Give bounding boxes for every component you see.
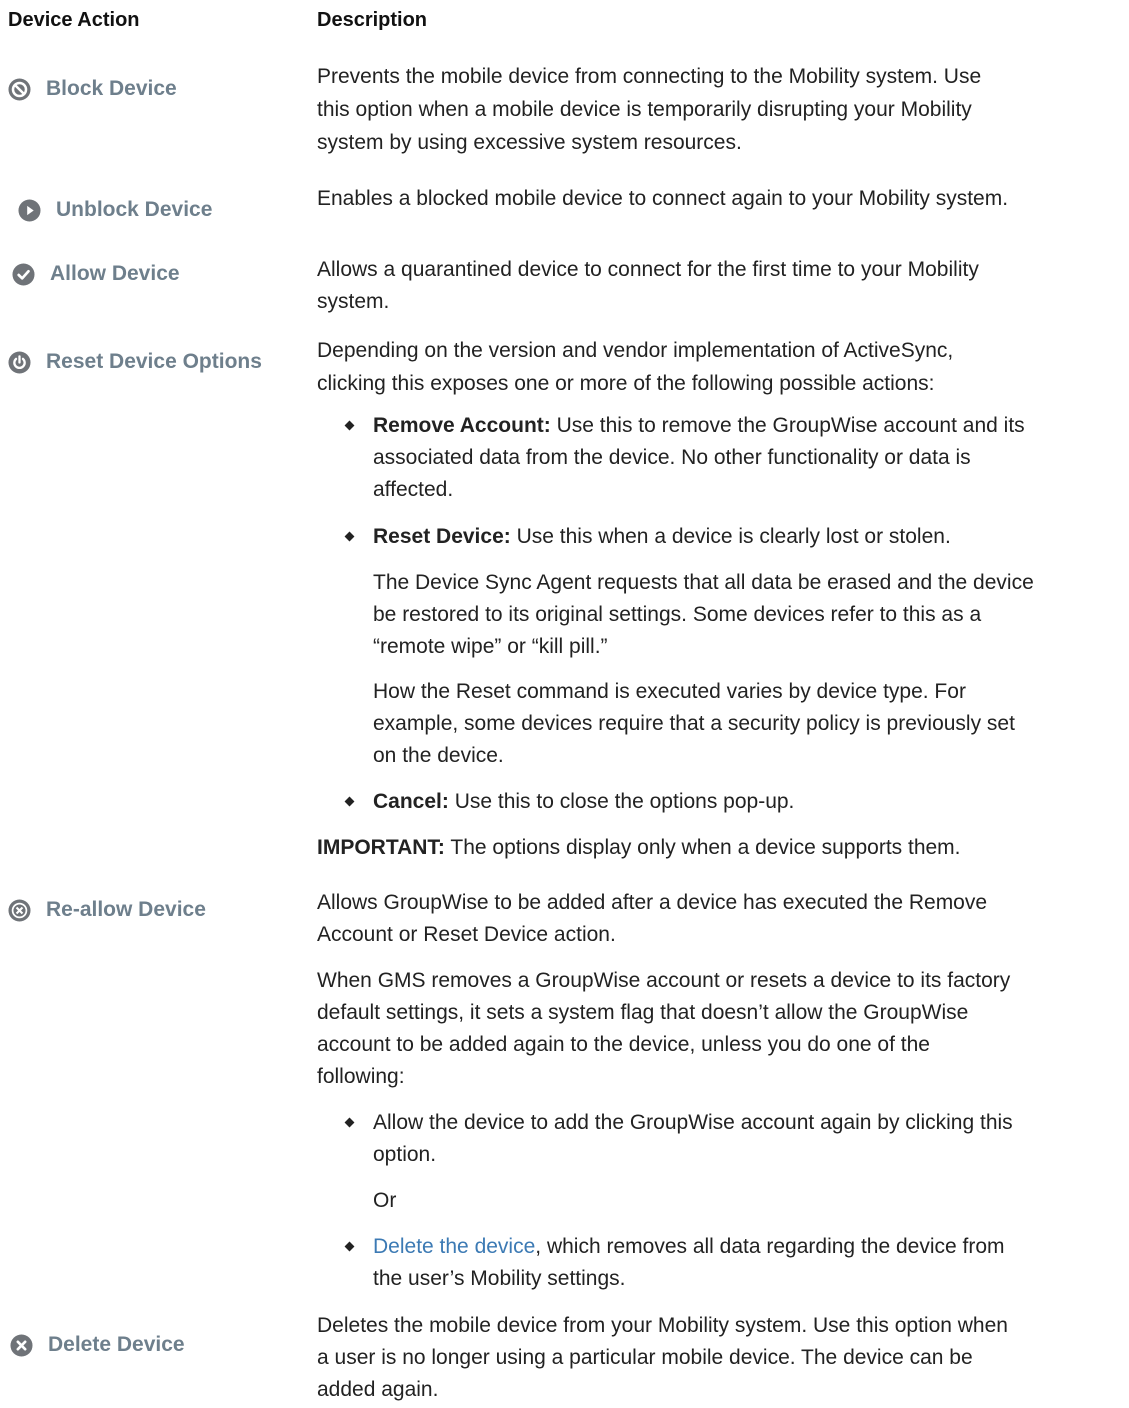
- play-icon: [18, 198, 41, 222]
- cancel-text: Use this to close the options pop-up.: [448, 790, 795, 813]
- reset-device-options-label: Reset Device Options: [46, 350, 262, 373]
- reallow-or: Or: [373, 1189, 397, 1212]
- reallow-bullet2-text: , which removes all data regarding the d…: [535, 1235, 1005, 1258]
- allow-description-line-2: system.: [317, 290, 390, 313]
- reallow-bullet2-line-2: the user’s Mobility settings.: [373, 1267, 626, 1290]
- block-device-label: Block Device: [46, 77, 177, 100]
- reset-description-line-2: clicking this exposes one or more of the…: [317, 372, 935, 395]
- delete-device-action: Delete Device: [10, 1333, 185, 1357]
- reallow-para2-line-1: When GMS removes a GroupWise account or …: [317, 969, 1011, 992]
- reset-device-para1-line-3: “remote wipe” or “kill pill.”: [373, 635, 608, 658]
- device-actions-table: Device Action Description Block Device P…: [0, 0, 1129, 1408]
- reallow-bullet1-line-2: option.: [373, 1143, 437, 1166]
- remove-account-text: Use this to remove the GroupWise account…: [550, 414, 1025, 437]
- block-device-action: Block Device: [8, 77, 177, 101]
- reallow-para2-line-2: default settings, it sets a system flag …: [317, 1001, 969, 1024]
- reallow-bullet2-line-1: Delete the device, which removes all dat…: [373, 1232, 1005, 1261]
- block-description-line-2: this option when a mobile device is temp…: [317, 98, 972, 121]
- remove-account-line-2: associated data from the device. No othe…: [373, 446, 971, 469]
- bullet-marker: [344, 796, 355, 807]
- bullet-marker: [344, 1241, 355, 1252]
- unblock-device-action: Unblock Device: [18, 198, 212, 222]
- reallow-device-action: Re-allow Device: [8, 898, 206, 922]
- cancel-line: Cancel: Use this to close the options po…: [373, 787, 794, 816]
- important-note: IMPORTANT: The options display only when…: [317, 833, 961, 862]
- delete-description-line-1: Deletes the mobile device from your Mobi…: [317, 1314, 1008, 1337]
- reset-device-para1-line-2: be restored to its original settings. So…: [373, 603, 982, 626]
- reallow-device-label: Re-allow Device: [46, 898, 206, 921]
- delete-the-device-link[interactable]: Delete the device: [373, 1235, 535, 1258]
- remove-account-term: Remove Account:: [373, 414, 551, 437]
- reset-device-term: Reset Device:: [373, 525, 511, 548]
- block-description-line-3: system by using excessive system resourc…: [317, 131, 742, 154]
- remove-account-line-1: Remove Account: Use this to remove the G…: [373, 411, 1025, 440]
- reallow-para2-line-3: account to be added again to the device,…: [317, 1033, 930, 1056]
- bullet-marker: [344, 531, 355, 542]
- reallow-bullet1-line-1: Allow the device to add the GroupWise ac…: [373, 1111, 1013, 1134]
- allow-device-label: Allow Device: [50, 262, 180, 285]
- reallow-para2-line-4: following:: [317, 1065, 405, 1088]
- delete-description-line-3: added again.: [317, 1378, 439, 1401]
- block-icon: [8, 77, 31, 101]
- reset-device-para2-line-3: on the device.: [373, 744, 504, 767]
- allow-description-line-1: Allows a quarantined device to connect f…: [317, 258, 979, 281]
- important-term: IMPORTANT:: [317, 836, 445, 859]
- reset-device-para1-line-1: The Device Sync Agent requests that all …: [373, 571, 1034, 594]
- reallow-description-line-1: Allows GroupWise to be added after a dev…: [317, 891, 988, 914]
- x-circle-icon: [8, 898, 31, 922]
- power-icon: [8, 350, 31, 374]
- remove-account-line-3: affected.: [373, 478, 454, 501]
- checkmark-icon: [12, 262, 35, 286]
- reallow-description-line-2: Account or Reset Device action.: [317, 923, 616, 946]
- bullet-marker: [344, 420, 355, 431]
- x-circle-filled-icon: [10, 1333, 33, 1357]
- reset-device-para2-line-1: How the Reset command is executed varies…: [373, 680, 966, 703]
- delete-device-label: Delete Device: [48, 1333, 185, 1356]
- header-device-action: Device Action: [8, 9, 140, 31]
- reset-device-options-action: Reset Device Options: [8, 350, 262, 374]
- bullet-marker: [344, 1117, 355, 1128]
- reset-device-text: Use this when a device is clearly lost o…: [510, 525, 951, 548]
- unblock-description-line-1: Enables a blocked mobile device to conne…: [317, 187, 1009, 210]
- reset-description-line-1: Depending on the version and vendor impl…: [317, 339, 954, 362]
- reset-device-para2-line-2: example, some devices require that a sec…: [373, 712, 1015, 735]
- important-text: The options display only when a device s…: [444, 836, 961, 859]
- block-description-line-1: Prevents the mobile device from connecti…: [317, 65, 982, 88]
- header-description: Description: [317, 9, 428, 31]
- unblock-device-label: Unblock Device: [56, 198, 213, 221]
- allow-device-action: Allow Device: [12, 262, 180, 286]
- delete-description-line-2: a user is no longer using a particular m…: [317, 1346, 973, 1369]
- cancel-term: Cancel:: [373, 790, 449, 813]
- reset-device-line-1: Reset Device: Use this when a device is …: [373, 522, 951, 551]
